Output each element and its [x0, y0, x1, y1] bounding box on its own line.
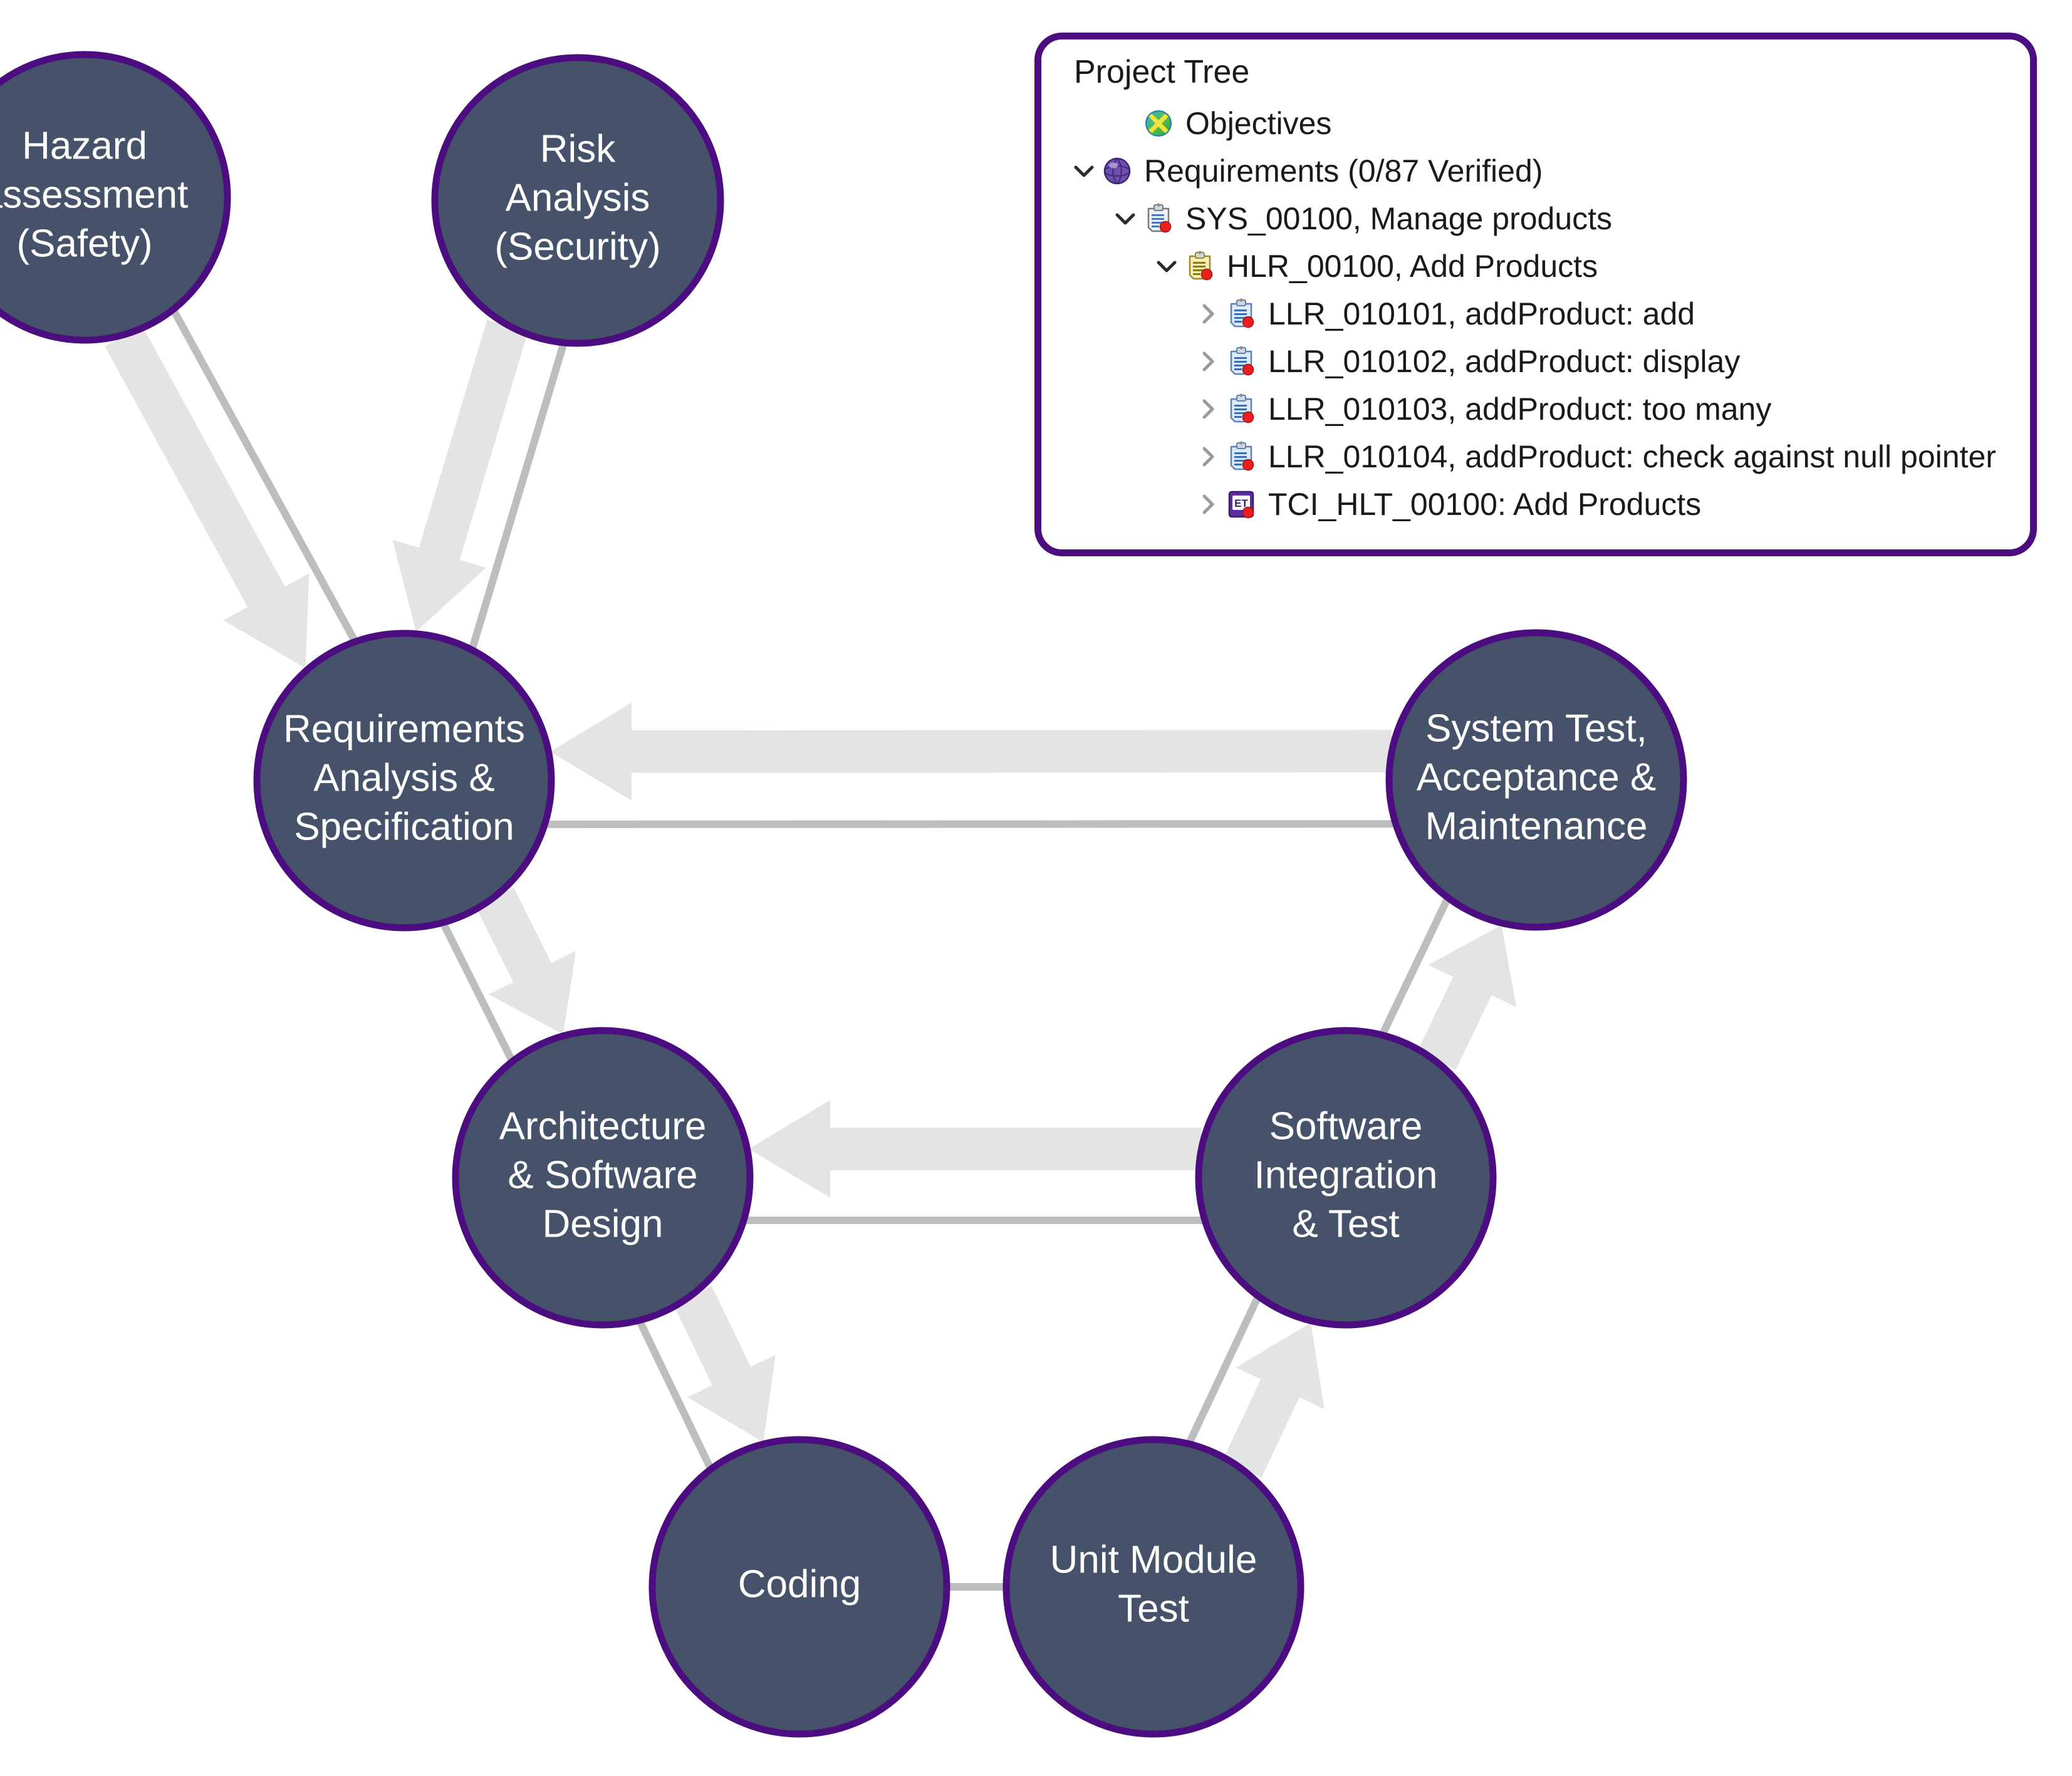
- block-arrow: [392, 319, 528, 632]
- chevron-right-icon[interactable]: [1192, 440, 1224, 473]
- node-integration[interactable]: Software Integration & Test: [1195, 1027, 1497, 1329]
- node-label-line: & Software: [508, 1153, 697, 1197]
- project-tree-list: Objectives Requirements (0/87 Verified) SY…: [1068, 100, 2017, 528]
- node-label-line: Acceptance &: [1417, 756, 1657, 799]
- node-label-line: Architecture: [499, 1104, 707, 1148]
- node-label-line: Integration: [1254, 1153, 1438, 1197]
- node-label-line: (Safety): [16, 222, 152, 265]
- node-label-line: System Test,: [1425, 707, 1647, 750]
- node-label-line: Software: [1269, 1104, 1423, 1148]
- tree-item[interactable]: HLR_00100, Add Products: [1068, 242, 2017, 290]
- node-risk[interactable]: Risk Analysis (Security): [431, 54, 724, 347]
- chevron-right-icon[interactable]: [1192, 298, 1224, 330]
- tree-item[interactable]: LLR_010102, addProduct: display: [1068, 338, 2017, 385]
- chevron-right-icon[interactable]: [1192, 488, 1224, 521]
- tree-item[interactable]: LLR_010104, addProduct: check against nu…: [1068, 433, 2017, 480]
- node-system_test[interactable]: System Test, Acceptance & Maintenance: [1385, 629, 1687, 931]
- system-requirement-icon: [1142, 202, 1175, 236]
- node-label-line: Coding: [738, 1562, 861, 1606]
- node-architecture[interactable]: Architecture & Software Design: [452, 1027, 754, 1329]
- low-level-requirement-icon: [1224, 392, 1258, 426]
- high-level-requirement-icon: [1183, 249, 1217, 283]
- node-label-line: Maintenance: [1425, 804, 1647, 848]
- node-hazard[interactable]: Hazard assessment (Safety): [0, 51, 231, 344]
- tree-item[interactable]: Requirements (0/87 Verified): [1068, 147, 2017, 195]
- test-case-icon: ET: [1224, 487, 1258, 521]
- tree-item[interactable]: SYS_00100, Manage products: [1068, 195, 2017, 242]
- tree-item-label: LLR_010103, addProduct: too many: [1268, 392, 1772, 427]
- project-tree-title: Project Tree: [1074, 54, 1250, 90]
- tree-item-label: Requirements (0/87 Verified): [1144, 153, 1543, 189]
- block-arrow: [550, 702, 1392, 801]
- chevron-down-icon[interactable]: [1150, 250, 1183, 283]
- tree-item-label: SYS_00100, Manage products: [1185, 201, 1613, 236]
- node-coding[interactable]: Coding: [648, 1436, 950, 1738]
- node-label-line: Risk: [540, 127, 617, 170]
- tree-item-label: LLR_010104, addProduct: check against nu…: [1268, 439, 1996, 474]
- node-label-line: Requirements: [283, 707, 525, 750]
- objectives-globe-icon: [1142, 106, 1175, 140]
- node-label-line: Analysis: [506, 176, 650, 219]
- tree-item[interactable]: ET TCI_HLT_00100: Add Products: [1068, 480, 2017, 528]
- block-arrow: [749, 1100, 1201, 1198]
- diagram-canvas: Hazard assessment (Safety) Risk Analysis (Sec…: [0, 0, 2072, 1776]
- chevron-down-icon[interactable]: [1109, 202, 1142, 235]
- tree-item-label: LLR_010102, addProduct: display: [1268, 344, 1741, 379]
- low-level-requirement-icon: [1224, 297, 1258, 331]
- node-label-line: assessment: [0, 173, 188, 216]
- block-arrow: [1417, 925, 1517, 1070]
- node-unit_test[interactable]: Unit Module Test: [1002, 1436, 1304, 1738]
- node-requirements[interactable]: Requirements Analysis & Specification: [253, 630, 555, 932]
- tree-item[interactable]: LLR_010103, addProduct: too many: [1068, 385, 2017, 433]
- node-label-line: Test: [1118, 1587, 1189, 1630]
- node-label-line: Specification: [294, 805, 514, 848]
- chevron-right-icon[interactable]: [1192, 393, 1224, 425]
- low-level-requirement-icon: [1224, 345, 1258, 378]
- tree-item-label: LLR_010101, addProduct: add: [1268, 296, 1695, 331]
- tree-item[interactable]: Objectives: [1068, 100, 2017, 147]
- requirements-globe-icon: [1100, 154, 1134, 188]
- tree-item-label: Objectives: [1185, 106, 1332, 141]
- node-label-line: Design: [543, 1202, 664, 1245]
- low-level-requirement-icon: [1224, 440, 1258, 474]
- chevron-down-icon[interactable]: [1068, 155, 1100, 187]
- tree-item-label: HLR_00100, Add Products: [1227, 249, 1598, 284]
- chevron-right-icon[interactable]: [1192, 345, 1224, 378]
- node-label-line: Unit Module: [1050, 1538, 1257, 1581]
- node-label-line: Hazard: [22, 124, 147, 167]
- node-label-line: Analysis &: [313, 756, 494, 799]
- tree-item-label: TCI_HLT_00100: Add Products: [1268, 487, 1702, 522]
- node-label-line: & Test: [1292, 1202, 1399, 1245]
- tree-item[interactable]: LLR_010101, addProduct: add: [1068, 290, 2017, 338]
- project-tree-panel: Project Tree Objectives Requirements (0/8…: [1034, 33, 2037, 556]
- node-label-line: (Security): [494, 225, 660, 268]
